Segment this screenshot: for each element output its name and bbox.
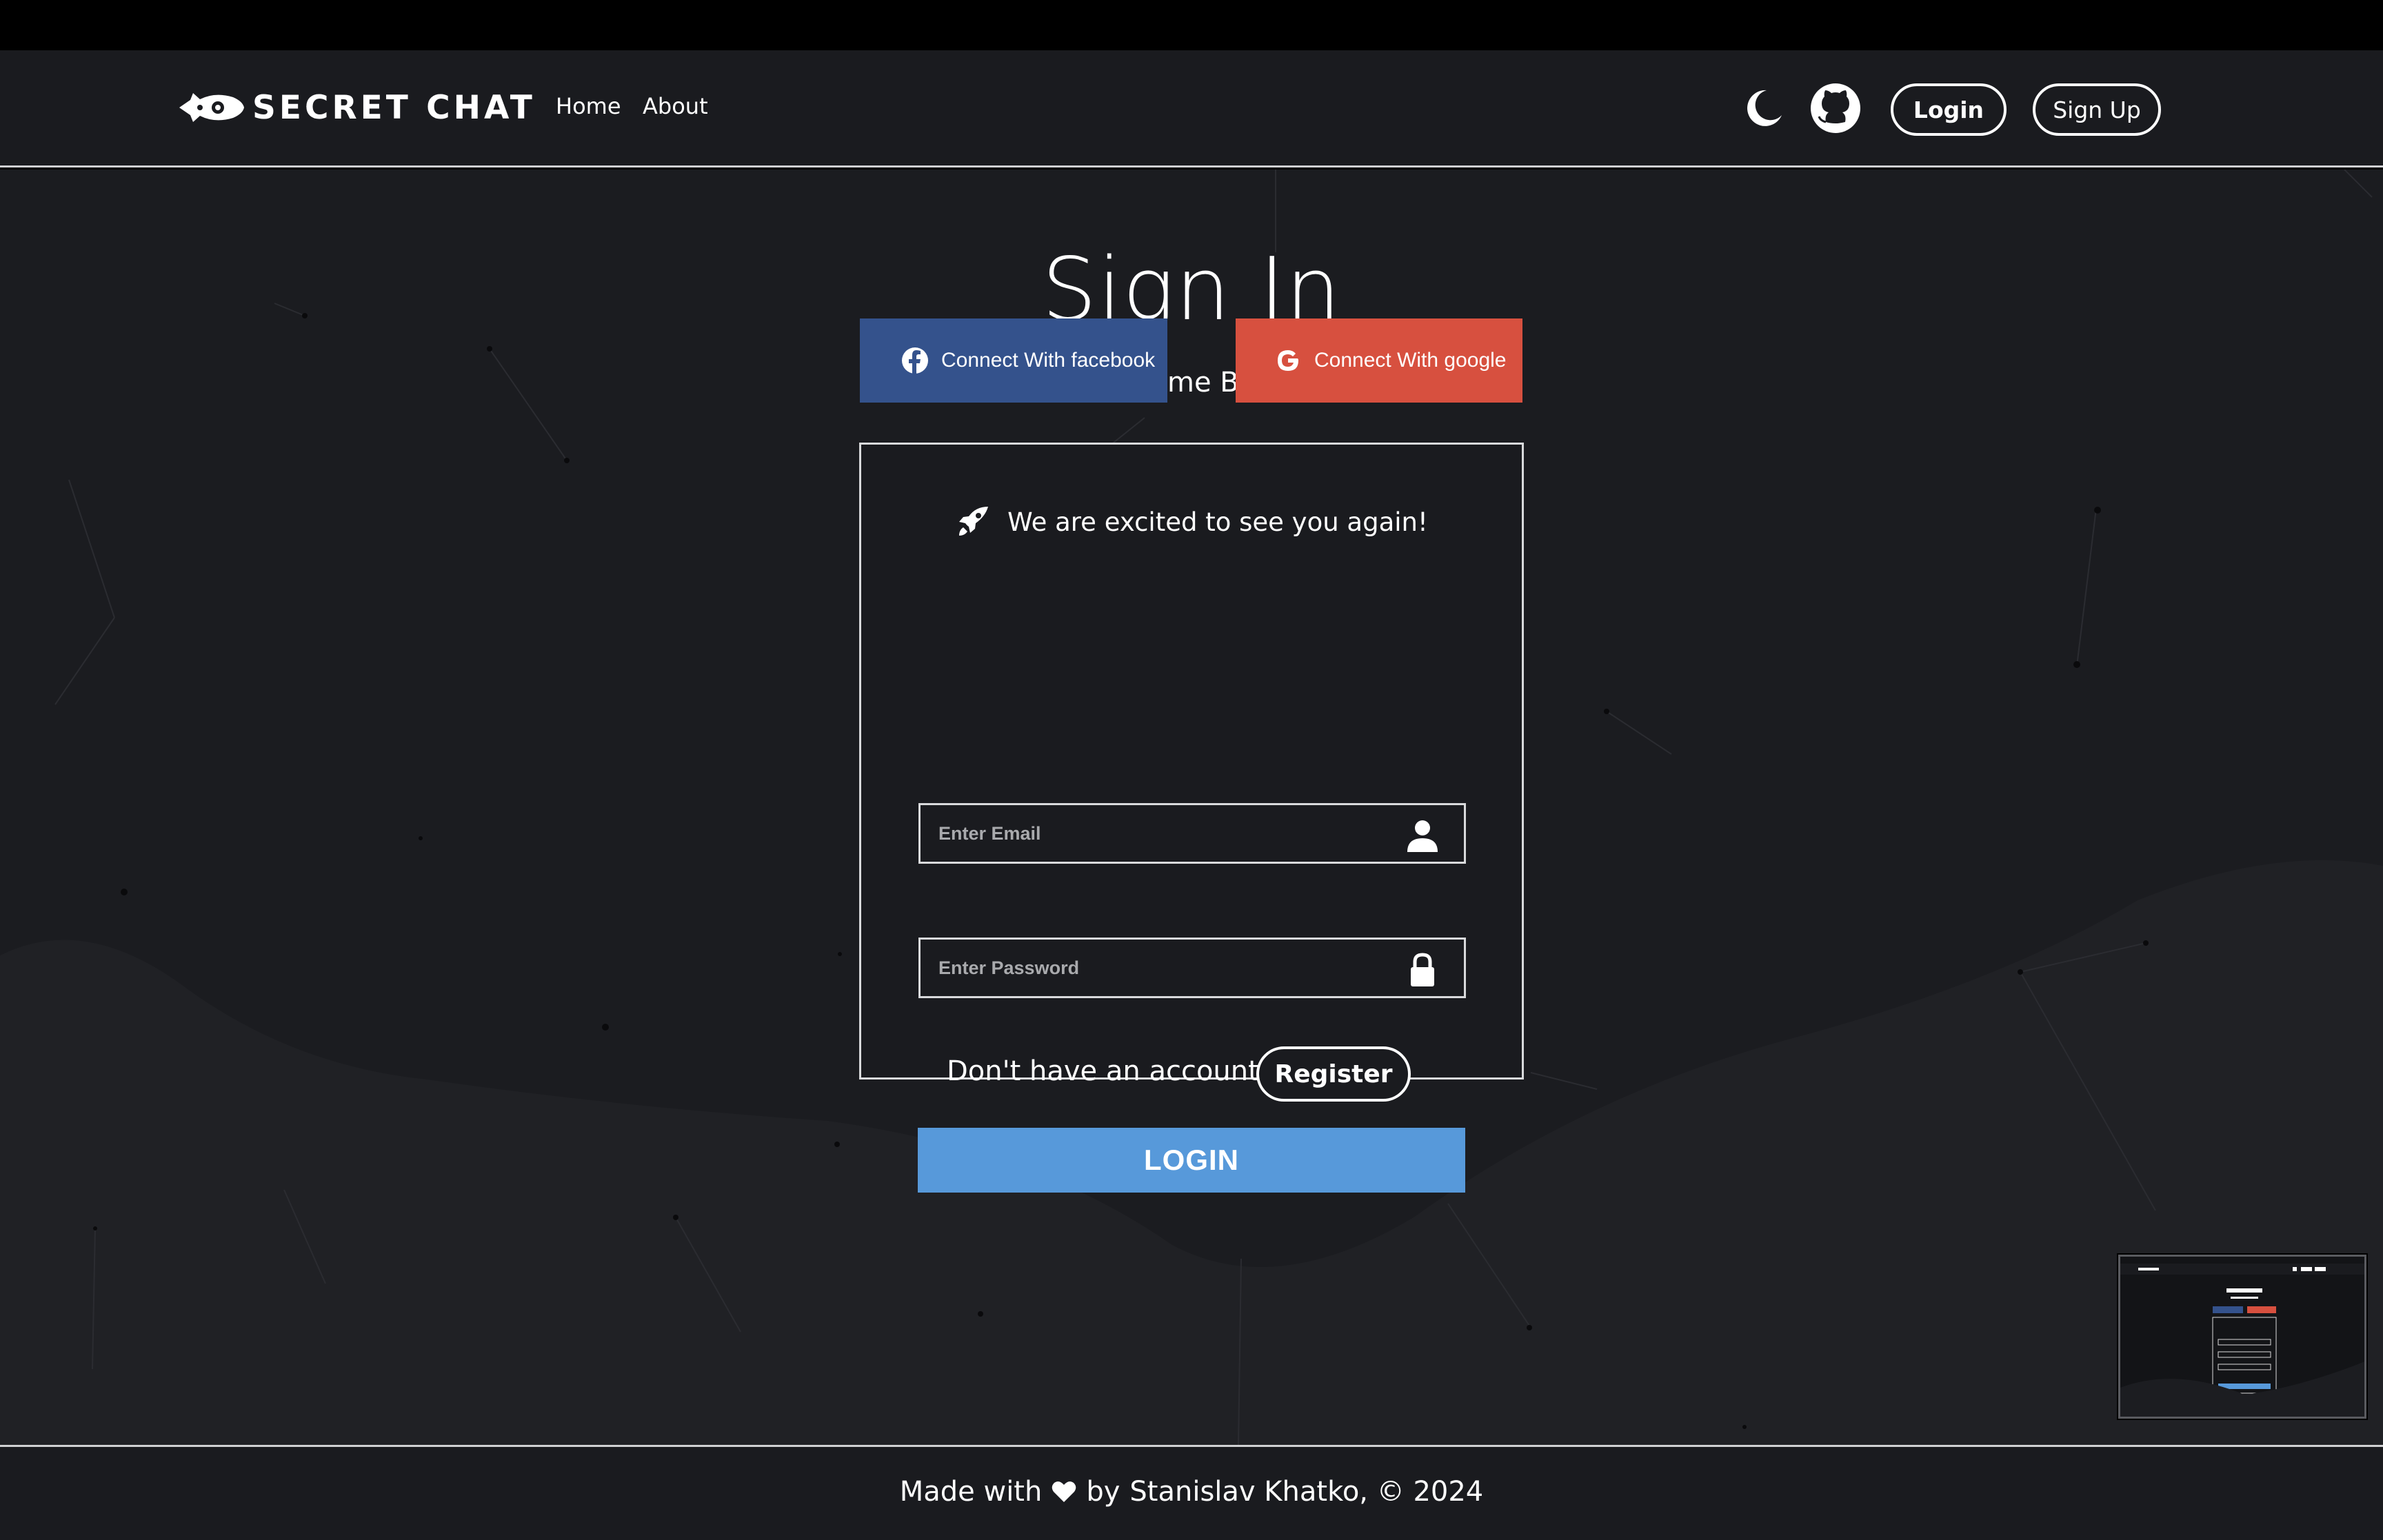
card-heading-text: We are excited to see you again! xyxy=(1007,507,1428,537)
connect-facebook-button[interactable]: Connect With facebook xyxy=(860,318,1167,403)
login-card: We are excited to see you again! xyxy=(859,443,1524,1080)
navbar: SECRET CHAT Home About Login Sign Up xyxy=(0,50,2383,168)
login-submit-button[interactable]: LOGIN xyxy=(918,1128,1465,1193)
card-heading: We are excited to see you again! xyxy=(861,504,1522,540)
preview-thumbnail[interactable] xyxy=(2118,1255,2366,1419)
nav-login-button[interactable]: Login xyxy=(1891,83,2007,136)
password-field[interactable] xyxy=(918,938,1466,998)
nav-link-about[interactable]: About xyxy=(643,93,708,119)
nav-signup-button[interactable]: Sign Up xyxy=(2033,83,2161,136)
footer-credit: Made with by Stanislav Khatko, © 2024 xyxy=(0,1476,2383,1508)
lock-icon xyxy=(1411,953,1434,986)
preview-thumbnail-image xyxy=(2120,1257,2364,1417)
brand-name: SECRET CHAT xyxy=(252,88,536,127)
connect-google-button[interactable]: Connect With google xyxy=(1236,318,1522,403)
google-icon xyxy=(1278,350,1298,371)
rocket-logo-icon xyxy=(179,93,244,122)
brand-logo[interactable]: SECRET CHAT xyxy=(174,86,536,129)
footer-author[interactable]: Stanislav Khatko, © 2024 xyxy=(1129,1476,1483,1508)
github-icon[interactable] xyxy=(1809,82,1862,134)
email-field[interactable] xyxy=(918,803,1466,864)
footer-made-with: Made with xyxy=(899,1476,1043,1508)
rocket-icon xyxy=(959,507,989,536)
page-title: Sign In xyxy=(1041,239,1342,340)
footer: Made with by Stanislav Khatko, © 2024 xyxy=(0,1445,2383,1540)
no-account-text: Don't have an account? xyxy=(947,1055,1274,1087)
email-input[interactable] xyxy=(921,805,1464,862)
facebook-label: Connect With facebook xyxy=(941,349,1156,372)
password-input[interactable] xyxy=(921,940,1464,996)
google-label: Connect With google xyxy=(1314,349,1507,372)
heart-icon xyxy=(1052,1481,1076,1502)
register-button[interactable]: Register xyxy=(1256,1046,1411,1102)
moon-icon[interactable] xyxy=(1740,86,1784,130)
facebook-icon xyxy=(902,347,928,374)
footer-by: by xyxy=(1086,1476,1120,1508)
user-icon xyxy=(1407,820,1438,852)
top-black-bar xyxy=(0,0,2383,50)
nav-link-home[interactable]: Home xyxy=(556,93,621,119)
page-subtitle: Welcome Back! xyxy=(1085,367,1298,398)
